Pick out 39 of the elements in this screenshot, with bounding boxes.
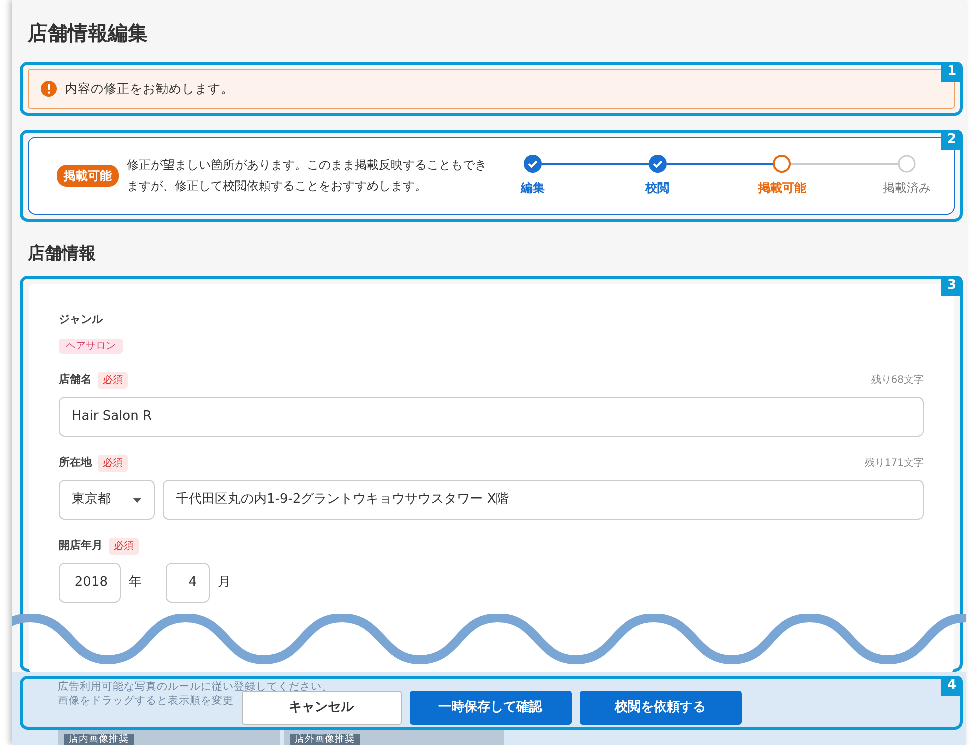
action-button[interactable]: キャンセル xyxy=(242,691,402,725)
field-label: 所在地 xyxy=(59,455,92,472)
callout-number: 2 xyxy=(941,130,963,150)
photo-tag: 店内画像推奨 xyxy=(64,734,134,745)
step-label: 編集 xyxy=(521,180,545,197)
unit-label: 年 xyxy=(129,574,142,592)
caret-icon xyxy=(133,498,142,502)
field-label: 店舗名 xyxy=(59,372,92,388)
field-label: ジャンル xyxy=(59,312,104,328)
callout-number: 1 xyxy=(941,62,963,82)
callout-number: 3 xyxy=(941,276,963,296)
status-badge: 掲載可能 xyxy=(57,165,119,187)
action-button[interactable]: 校閲を依頼する xyxy=(580,691,742,725)
select-value: 東京都 xyxy=(72,491,111,510)
alert-message: 内容の修正をお勧めします。 xyxy=(65,80,234,98)
character-counter: 残り171文字 xyxy=(864,456,924,471)
required-badge: 必須 xyxy=(98,455,128,472)
warning-icon xyxy=(41,81,57,97)
section-title: 店舗情報 xyxy=(28,243,97,266)
text-input[interactable]: Hair Salon R xyxy=(59,397,924,437)
photo-tag: 店外画像推奨 xyxy=(290,734,360,745)
helper-text: 画像をドラッグすると表示順を変更 xyxy=(58,695,234,708)
required-badge: 必須 xyxy=(98,372,128,389)
callout-number: 4 xyxy=(941,676,963,696)
character-counter: 残り68文字 xyxy=(871,374,924,388)
page-title: 店舗情報編集 xyxy=(26,20,149,46)
year-input[interactable]: 2018 xyxy=(59,563,121,603)
genre-tag: ヘアサロン xyxy=(59,339,123,354)
text-input[interactable]: 千代田区丸の内1-9-2グラントウキョウサウスタワー X階 xyxy=(163,480,924,520)
required-badge: 必須 xyxy=(109,538,139,555)
action-button[interactable]: 一時保存して確認 xyxy=(410,691,572,725)
status-message: 修正が望ましい箇所があります。このまま掲載反映することもできますが、修正して校閲依頼することをおすすめします。 xyxy=(127,157,488,195)
field-label: 開店年月 xyxy=(59,538,103,554)
step-label: 校閲 xyxy=(646,180,670,197)
month-input[interactable]: 4 xyxy=(166,563,210,603)
step-label: 掲載可能 xyxy=(758,180,806,197)
prefecture-select[interactable]: 東京都 xyxy=(59,480,155,520)
step-label: 掲載済み xyxy=(883,180,932,197)
unit-label: 月 xyxy=(218,574,231,592)
